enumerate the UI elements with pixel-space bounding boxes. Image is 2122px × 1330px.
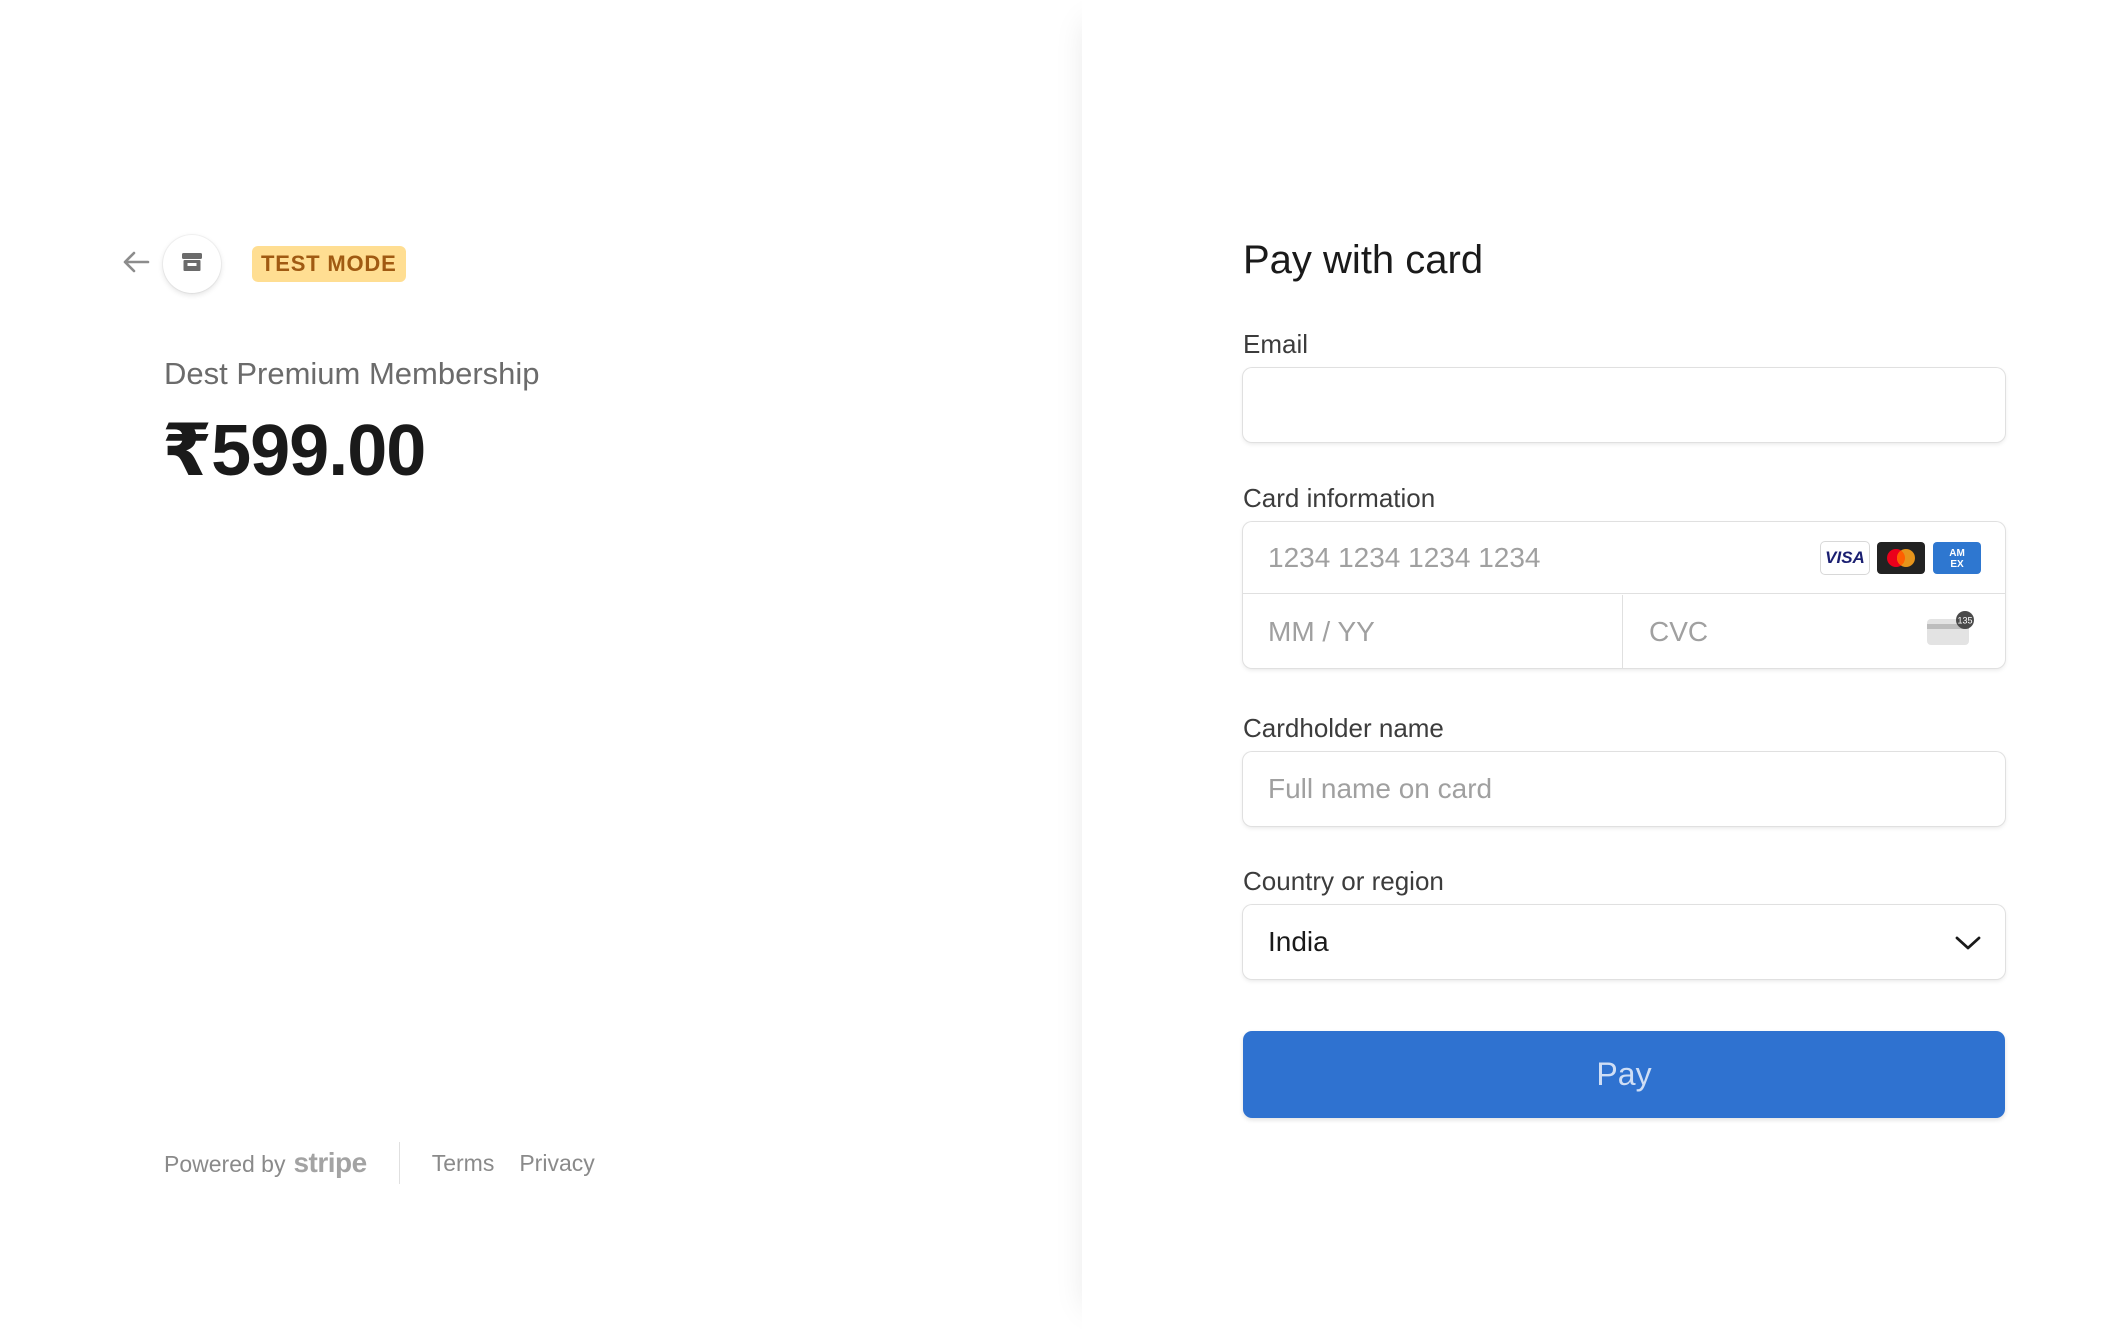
- country-value: India: [1268, 926, 1329, 957]
- cardholder-name-placeholder: Full name on card: [1268, 773, 1493, 804]
- cardholder-name-label: Cardholder name: [1243, 713, 1444, 743]
- product-price: ₹599.00: [162, 411, 426, 491]
- svg-text:EX: EX: [1950, 559, 1964, 570]
- chevron-down-icon: [1955, 926, 1981, 958]
- privacy-link[interactable]: Privacy: [519, 1150, 594, 1177]
- test-mode-badge: TEST MODE: [252, 246, 406, 282]
- amex-icon: AM EX: [1933, 542, 1981, 574]
- card-brands: VISA AM EX: [1821, 542, 1981, 574]
- card-information-group: 1234 1234 1234 1234 VISA AM EX MM / YY C…: [1243, 522, 2005, 668]
- card-cvc-input[interactable]: CVC 135: [1624, 595, 2005, 668]
- powered-by-label: Powered by: [164, 1151, 286, 1177]
- card-expiry-placeholder: MM / YY: [1268, 615, 1375, 647]
- mastercard-icon: [1877, 542, 1925, 574]
- svg-text:AM: AM: [1949, 548, 1965, 559]
- cardholder-name-field[interactable]: Full name on card: [1243, 752, 2005, 826]
- country-select[interactable]: India: [1243, 905, 2005, 979]
- card-cvc-icon: 135: [1925, 611, 1977, 654]
- email-label: Email: [1243, 329, 1309, 359]
- card-number-placeholder: 1234 1234 1234 1234: [1268, 541, 1541, 573]
- arrow-left-icon: [122, 250, 150, 279]
- product-name: Dest Premium Membership: [164, 356, 540, 391]
- card-information-label: Card information: [1243, 483, 1436, 513]
- card-cvc-placeholder: CVC: [1649, 615, 1709, 647]
- card-number-input[interactable]: 1234 1234 1234 1234 VISA AM EX: [1243, 522, 2005, 594]
- powered-by-stripe[interactable]: Powered by stripe: [164, 1147, 367, 1179]
- back-button[interactable]: [117, 245, 155, 283]
- terms-link[interactable]: Terms: [432, 1150, 495, 1177]
- email-field[interactable]: [1243, 368, 2005, 442]
- card-expiry-input[interactable]: MM / YY: [1243, 595, 1623, 668]
- visa-icon: VISA: [1821, 542, 1869, 574]
- store-icon: [180, 250, 204, 279]
- footer: Powered by stripe Terms Privacy: [164, 1140, 620, 1186]
- merchant-avatar: [163, 235, 221, 293]
- country-label: Country or region: [1243, 866, 1444, 896]
- form-title: Pay with card: [1243, 238, 1484, 282]
- pay-button[interactable]: Pay: [1243, 1031, 2005, 1118]
- footer-divider: [398, 1142, 400, 1184]
- cvc-digits: 135: [1957, 616, 1972, 626]
- stripe-logo: stripe: [293, 1147, 367, 1178]
- order-summary-pane: TEST MODE Dest Premium Membership ₹599.0…: [0, 0, 1082, 1330]
